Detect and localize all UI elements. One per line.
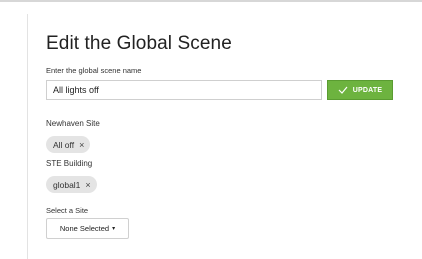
check-icon (338, 86, 348, 94)
newhaven-site-label: Newhaven Site (46, 119, 100, 128)
page: Edit the Global Scene Enter the global s… (0, 0, 422, 259)
update-button[interactable]: UPDATE (327, 80, 393, 100)
select-site-label: Select a Site (46, 206, 89, 215)
remove-chip-icon[interactable]: × (79, 140, 84, 150)
site-select-dropdown[interactable]: None Selected ▾ (46, 218, 129, 239)
scene-name-input[interactable] (46, 80, 322, 100)
chip-label: All off (53, 139, 75, 150)
scene-chip-all-off: All off × (46, 136, 91, 153)
update-button-label: UPDATE (352, 86, 383, 94)
site-select-value: None Selected (59, 224, 110, 233)
page-title: Edit the Global Scene (46, 33, 232, 54)
ste-building-label: STE Building (46, 159, 93, 168)
top-divider (0, 0, 422, 2)
chip-label: global1 (53, 179, 81, 190)
scene-name-label: Enter the global scene name (46, 66, 142, 75)
scene-chip-global1: global1 × (46, 176, 97, 193)
caret-down-icon: ▾ (112, 226, 116, 232)
remove-chip-icon[interactable]: × (85, 180, 90, 190)
